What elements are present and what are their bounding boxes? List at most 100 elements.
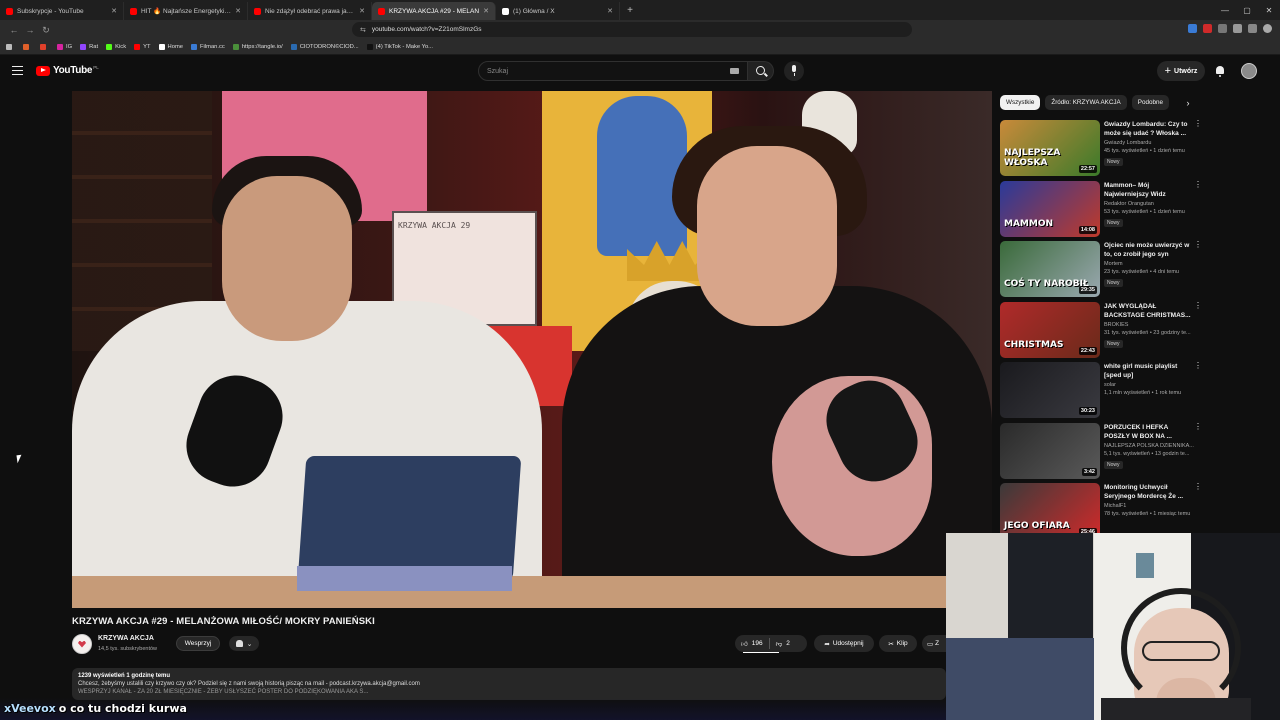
extension-icon[interactable] — [1188, 24, 1197, 33]
recommended-channel[interactable]: Mortem — [1104, 261, 1123, 267]
recommended-channel[interactable]: MichalF1 — [1104, 503, 1126, 509]
recommended-video[interactable]: MAMMON 14:08 Mammon– Mój Najwierniejszy Wi… — [1000, 180, 1202, 239]
minimize-icon[interactable]: — — [1214, 6, 1236, 15]
browser-tab[interactable]: Nie zdążył odebrać prawa jazdy a ju ✕ — [248, 2, 372, 20]
close-tab-icon[interactable]: ✕ — [607, 7, 613, 15]
more-options-icon[interactable]: ⋮ — [1194, 483, 1202, 491]
bookmark-item[interactable]: CIOTODRON©CIOD... — [290, 44, 359, 50]
filter-chip[interactable]: Źródło: KRZYWA AKCJA — [1045, 95, 1127, 110]
extension-icon[interactable] — [1203, 24, 1212, 33]
more-options-icon[interactable]: ⋮ — [1194, 241, 1202, 249]
filter-chip[interactable]: Podobne — [1131, 95, 1169, 110]
site-info-icon[interactable]: ⇆ — [360, 26, 366, 34]
reload-icon[interactable]: ↻ — [38, 25, 54, 36]
more-options-icon[interactable]: ⋮ — [1194, 422, 1202, 430]
recommended-title[interactable]: white girl music playlist [sped up] — [1104, 362, 1192, 380]
video-description[interactable]: 1239 wyświetleń 1 godzinę temu Chcesz, ż… — [72, 668, 946, 700]
video-thumbnail[interactable]: MAMMON 14:08 — [1000, 180, 1100, 237]
like-button[interactable]: 👍︎ 196 — [735, 635, 769, 652]
thumbnail-text: MAMMON — [1004, 218, 1054, 229]
browser-tab[interactable]: KRZYWA AKCJA #29 - MELAN ✕ — [372, 2, 496, 20]
video-player[interactable]: KRZYWA AKCJA 29 — [72, 91, 992, 608]
recommended-title[interactable]: JAK WYGLĄDAŁ BACKSTAGE CHRISTMAS... — [1104, 302, 1192, 320]
more-options-icon[interactable]: ⋮ — [1194, 301, 1202, 309]
bookmark-item[interactable]: IG — [57, 44, 72, 50]
apps-grid-icon[interactable] — [6, 44, 15, 50]
recommended-video[interactable]: NAJLEPSZA WŁOSKA 22:57 Gwiazdy Lombardu: C… — [1000, 120, 1202, 178]
search-input[interactable]: Szukaj — [478, 61, 748, 81]
recommended-channel[interactable]: BROKIES — [1104, 322, 1128, 328]
chevron-right-icon[interactable]: › — [1180, 95, 1196, 111]
recommended-channel[interactable]: Gwiazdy Lombardu — [1104, 140, 1151, 146]
keyboard-icon[interactable] — [730, 68, 739, 74]
close-tab-icon[interactable]: ✕ — [111, 7, 117, 15]
extension-icon[interactable] — [1218, 24, 1227, 33]
forward-icon[interactable]: → — [22, 25, 38, 35]
recommended-title[interactable]: PORZUCEK I HEFKA POSZŁY W BOX NA ... — [1104, 423, 1192, 441]
video-thumbnail[interactable]: COŚ TY NAROBIŁ 29:35 — [1000, 241, 1100, 297]
bookmark-item[interactable]: Rat — [80, 44, 98, 50]
recommended-meta: 23 tys. wyświetleń • 4 dni temu — [1104, 269, 1179, 275]
video-thumbnail[interactable]: CHRISTMAS 22:43 — [1000, 301, 1100, 358]
recommended-channel[interactable]: NAJLEPSZA POLSKA DZIENNIKA... — [1104, 443, 1194, 449]
close-tab-icon[interactable]: ✕ — [483, 7, 489, 15]
close-tab-icon[interactable]: ✕ — [359, 7, 365, 15]
notifications-bell-icon[interactable] — [1214, 65, 1226, 77]
subscription-bell-button[interactable]: ⌄ — [229, 636, 259, 651]
channel-avatar[interactable] — [72, 634, 92, 654]
dislike-button[interactable]: 👎︎ 2 — [770, 635, 796, 652]
new-tab-button[interactable]: + — [620, 5, 640, 16]
maximize-icon[interactable]: ▢ — [1236, 6, 1258, 15]
voice-search-icon[interactable] — [784, 61, 804, 81]
more-options-icon[interactable]: ⋮ — [1194, 180, 1202, 188]
extension-icon[interactable] — [1248, 24, 1257, 33]
recommended-video[interactable]: 3:42 PORZUCEK I HEFKA POSZŁY W BOX NA ...… — [1000, 422, 1202, 481]
channel-name[interactable]: KRZYWA AKCJA — [98, 635, 154, 642]
extension-icon[interactable] — [1233, 24, 1242, 33]
browser-tab[interactable]: (1) Główna / X ✕ — [496, 2, 620, 20]
video-thumbnail[interactable]: JEGO OFIARA 25:46 — [1000, 483, 1100, 539]
recommended-video[interactable]: CHRISTMAS 22:43 JAK WYGLĄDAŁ BACKSTAGE CHR… — [1000, 301, 1202, 360]
search-button[interactable] — [748, 61, 774, 81]
bookmark-item[interactable]: YT — [134, 44, 151, 50]
menu-icon[interactable] — [12, 66, 23, 75]
bookmark-item[interactable] — [23, 44, 32, 50]
profile-icon[interactable] — [1263, 24, 1272, 33]
webcam-bed — [946, 638, 1096, 720]
account-avatar[interactable] — [1241, 63, 1257, 79]
youtube-logo[interactable]: YouTube PL — [36, 65, 99, 76]
video-thumbnail[interactable]: NAJLEPSZA WŁOSKA 22:57 — [1000, 120, 1100, 176]
bookmark-item[interactable]: https://tangle.io/ — [232, 44, 283, 50]
more-options-icon[interactable]: ⋮ — [1194, 120, 1202, 128]
bookmark-item[interactable] — [40, 44, 49, 50]
recommended-video[interactable]: COŚ TY NAROBIŁ 29:35 Ojciec nie może uwier… — [1000, 241, 1202, 299]
recommended-title[interactable]: Monitoring Uchwycił Seryjnego Mordercę Ż… — [1104, 483, 1192, 501]
recommended-channel[interactable]: solar — [1104, 382, 1116, 388]
share-button[interactable]: ➦ Udostępnij — [814, 635, 874, 652]
bookmark-item[interactable]: Filman.cc — [191, 44, 225, 50]
back-icon[interactable]: ← — [6, 25, 22, 35]
bookmark-item[interactable]: Kick — [106, 44, 126, 50]
clip-button[interactable]: ✂ Klip — [879, 635, 917, 652]
video-host-left-head — [222, 176, 352, 341]
support-button[interactable]: Wesprzyj — [176, 636, 220, 651]
browser-tab[interactable]: HIT 🔥 Najtańsze Energetyki W HISTO ✕ — [124, 2, 248, 20]
video-thumbnail[interactable]: 3:42 — [1000, 422, 1100, 479]
more-options-icon[interactable]: ⋮ — [1194, 362, 1202, 370]
recommended-title[interactable]: Mammon– Mój Najwierniejszy Widz — [1104, 181, 1192, 199]
bookmark-item[interactable]: Home — [158, 44, 183, 50]
save-button[interactable]: ▭ Z — [922, 635, 946, 652]
recommended-title[interactable]: Gwiazdy Lombardu: Czy to może się udać ?… — [1104, 120, 1192, 138]
bookmark-item[interactable]: (4) TikTok - Make Yo... — [366, 44, 433, 50]
recommended-title[interactable]: Ojciec nie może uwierzyć w to, co zrobił… — [1104, 241, 1192, 259]
create-button[interactable]: + Utwórz — [1157, 61, 1205, 81]
close-tab-icon[interactable]: ✕ — [235, 7, 241, 15]
video-thumbnail[interactable]: 30:23 — [1000, 362, 1100, 418]
address-bar[interactable]: ⇆ youtube.com/watch?v=Z21omSlmzGs — [352, 22, 912, 37]
filter-chip[interactable]: Wszystkie — [1000, 95, 1041, 110]
chevron-down-icon: ⌄ — [246, 640, 253, 648]
recommended-video[interactable]: 30:23 white girl music playlist [sped up]… — [1000, 362, 1202, 420]
browser-tab[interactable]: Subskrypcje - YouTube ✕ — [0, 2, 124, 20]
recommended-channel[interactable]: Redaktor Orangutan — [1104, 201, 1154, 207]
close-window-icon[interactable]: ✕ — [1258, 6, 1280, 15]
